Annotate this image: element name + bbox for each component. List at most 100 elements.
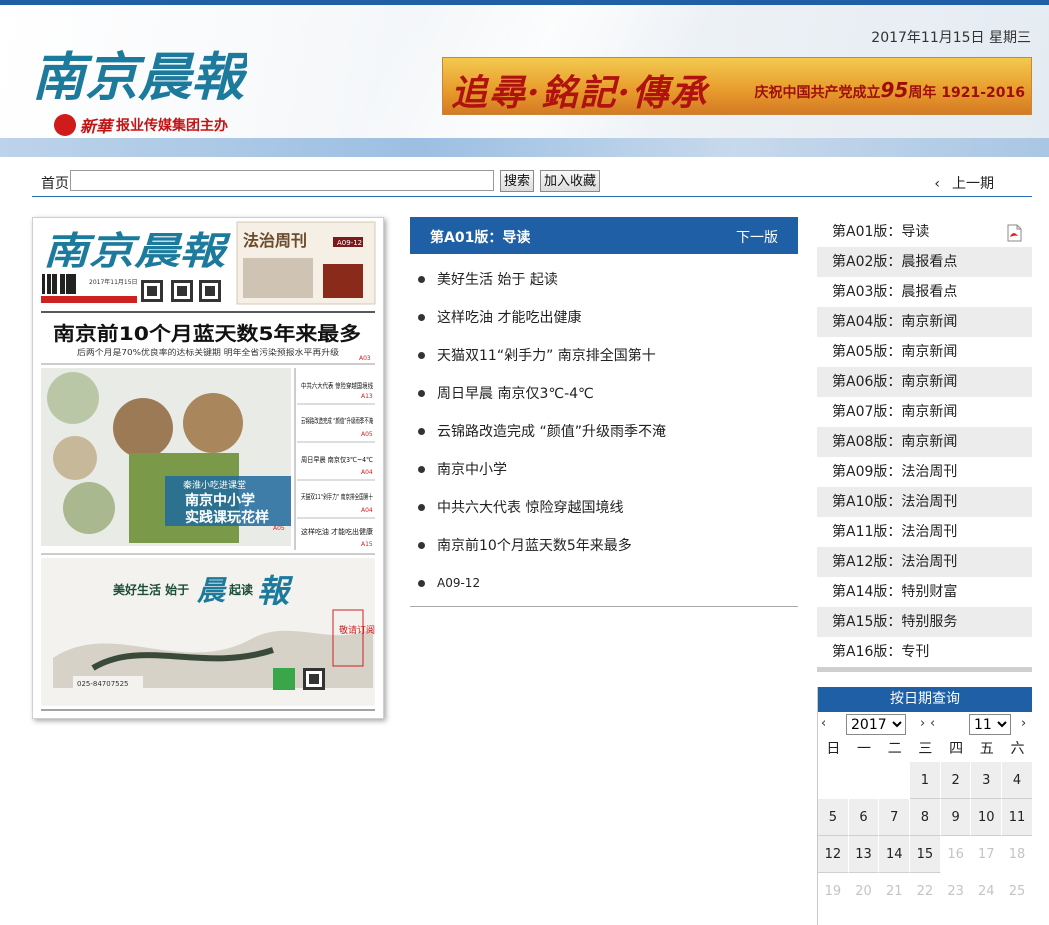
article-link[interactable]: 天猫双11“剁手力” 南京排全国第十 — [410, 336, 798, 374]
page-index: 第A01版：导读 第A02版：晨报看点 第A03版：晨报看点 第A04版：南京新… — [817, 217, 1032, 672]
search-input[interactable] — [70, 170, 494, 191]
page-link-a11[interactable]: 第A11版：法治周刊 — [817, 517, 1032, 547]
next-page-link[interactable]: 下一版 — [736, 227, 778, 247]
page-link-a12[interactable]: 第A12版：法治周刊 — [817, 547, 1032, 577]
issue-date: 2017年11月15日 星期三 — [871, 30, 1031, 46]
fp-ad-slogan-b: 晨 — [197, 574, 227, 607]
chevron-left-icon: ‹ — [934, 176, 940, 192]
prev-issue-link[interactable]: ‹ 上一期 — [934, 173, 994, 193]
calendar-day: 16 — [940, 836, 972, 873]
calendar-day[interactable]: 4 — [1002, 762, 1032, 799]
article-link[interactable]: 南京中小学 — [410, 450, 798, 488]
calendar-empty-cell — [879, 762, 911, 799]
calendar-day[interactable]: 8 — [910, 799, 941, 836]
anniversary-banner: 追尋·銘記·傳承 庆祝中国共产党成立95周年 1921-2016 — [442, 57, 1032, 115]
calendar-day[interactable]: 7 — [879, 799, 911, 836]
bookmark-button[interactable]: 加入收藏 — [540, 170, 601, 192]
pdf-icon[interactable] — [1006, 224, 1022, 242]
calendar-day[interactable]: 2 — [940, 762, 972, 799]
weekday-label: 二 — [887, 741, 902, 757]
page-link-a07[interactable]: 第A07版：南京新闻 — [817, 397, 1032, 427]
article-link[interactable]: A09-12 — [410, 564, 798, 602]
calendar-day: 19 — [818, 873, 849, 910]
article-title: 南京中小学 — [437, 462, 507, 478]
front-page-thumbnail[interactable]: 南京晨報 2017年11月15日 法治周刊 A09-12 南京前10个月蓝天数5… — [32, 217, 384, 719]
fp-side-item-page: A04 — [361, 507, 373, 514]
page-link-a16[interactable]: 第A16版：专刊 — [817, 637, 1032, 667]
calendar-day[interactable]: 9 — [940, 799, 972, 836]
page-link-label: 第A12版：法治周刊 — [832, 554, 958, 570]
site-header: 南京晨報 新華 报业传媒集团主办 2017年11月15日 星期三 追尋·銘記·傳… — [0, 5, 1049, 157]
page-link-a09[interactable]: 第A09版：法治周刊 — [817, 457, 1032, 487]
month-select[interactable]: 11 — [969, 714, 1011, 735]
banner-slogan: 庆祝中国共产党成立95周年 1921-2016 — [755, 78, 1025, 102]
calendar-day[interactable]: 5 — [818, 799, 849, 836]
calendar-day[interactable]: 14 — [879, 836, 911, 873]
page-link-label: 第A07版：南京新闻 — [832, 404, 958, 420]
fp-side-item-page: A13 — [361, 393, 373, 400]
calendar-day[interactable]: 10 — [971, 799, 1003, 836]
article-list: 美好生活 始于 起读 这样吃油 才能吃出健康 天猫双11“剁手力” 南京排全国第… — [410, 260, 798, 602]
page-link-a15[interactable]: 第A15版：特别服务 — [817, 607, 1032, 637]
article-title: 南京前10个月蓝天数5年来最多 — [437, 538, 632, 554]
page-link-a01[interactable]: 第A01版：导读 — [817, 217, 1032, 247]
masthead-logo[interactable]: 南京晨報 — [32, 43, 247, 105]
calendar-empty-cell — [848, 762, 880, 799]
calendar-day[interactable]: 11 — [1002, 799, 1032, 836]
search-button[interactable]: 搜索 — [500, 170, 535, 192]
calendar-grid: 日一二三四五六 1 2 3 4 5 6 7 8 9 10 11 12 13 14 15 16 17 18 19 20 21… — [818, 737, 1032, 910]
fp-side-item-page: A04 — [361, 469, 373, 476]
page-link-label: 第A05版：南京新闻 — [832, 344, 958, 360]
home-link[interactable]: 首页 — [41, 173, 69, 193]
fp-photo-caption-line2: 实践课玩花样 — [185, 509, 269, 526]
fp-side-item-text: 周日早晨 南京仅3℃~4℃ — [301, 455, 373, 464]
page-link-label: 第A15版：特别服务 — [832, 614, 958, 630]
header-stripe — [0, 138, 1049, 157]
page-link-label: 第A02版：晨报看点 — [832, 254, 958, 270]
prev-month-icon[interactable]: ‹ — [930, 716, 935, 731]
article-link[interactable]: 这样吃油 才能吃出健康 — [410, 298, 798, 336]
page-link-a06[interactable]: 第A06版：南京新闻 — [817, 367, 1032, 397]
weekday-label: 六 — [1010, 741, 1025, 757]
calendar-day: 17 — [971, 836, 1003, 873]
calendar-day[interactable]: 3 — [971, 762, 1003, 799]
next-year-icon[interactable]: › — [920, 716, 925, 731]
bullet-icon — [418, 541, 425, 549]
bullet-icon — [418, 503, 425, 511]
fp-side-item-text: 天猫双11“剁手力” 南京排全国第十 — [301, 492, 373, 501]
fp-ad-slogan-a: 美好生活 始于 — [113, 582, 189, 597]
front-page-image: 南京晨報 2017年11月15日 法治周刊 A09-12 南京前10个月蓝天数5… — [33, 218, 383, 718]
fp-masthead: 南京晨報 — [43, 228, 231, 273]
bullet-icon — [418, 427, 425, 435]
fp-ad-vertical: 敬请订阅 — [339, 624, 375, 636]
page-link-a05[interactable]: 第A05版：南京新闻 — [817, 337, 1032, 367]
publisher-seal-text: 新華 — [80, 117, 113, 136]
edition-article-panel: 第A01版：导读 下一版 美好生活 始于 起读 这样吃油 才能吃出健康 天猫双1… — [410, 217, 798, 607]
page-link-a03[interactable]: 第A03版：晨报看点 — [817, 277, 1032, 307]
article-link[interactable]: 周日早晨 南京仅3℃-4℃ — [410, 374, 798, 412]
calendar-day[interactable]: 13 — [848, 836, 880, 873]
page-link-a14[interactable]: 第A14版：特别财富 — [817, 577, 1032, 607]
calendar-day[interactable]: 12 — [818, 836, 849, 873]
calendar-day: 18 — [1002, 836, 1032, 873]
masthead-logo-text: 南京晨報 — [32, 47, 247, 105]
calendar-day[interactable]: 1 — [910, 762, 941, 799]
page-link-a02[interactable]: 第A02版：晨报看点 — [817, 247, 1032, 277]
calendar-day[interactable]: 15 — [910, 836, 941, 873]
calendar-day[interactable]: 6 — [848, 799, 880, 836]
next-month-icon[interactable]: › — [1021, 716, 1026, 731]
fp-ad-slogan-c: 起读 — [228, 582, 253, 597]
article-link[interactable]: 中共六大代表 惊险穿越国境线 — [410, 488, 798, 526]
prev-year-icon[interactable]: ‹ — [821, 716, 826, 731]
article-link[interactable]: 云锦路改造完成 “颜值”升级雨季不淹 — [410, 412, 798, 450]
fp-headline: 南京前10个月蓝天数5年来最多 — [53, 322, 361, 345]
page-link-a04[interactable]: 第A04版：南京新闻 — [817, 307, 1032, 337]
article-link[interactable]: 美好生活 始于 起读 — [410, 260, 798, 298]
year-select[interactable]: 2017 — [846, 714, 906, 735]
article-link[interactable]: 南京前10个月蓝天数5年来最多 — [410, 526, 798, 564]
page-link-a08[interactable]: 第A08版：南京新闻 — [817, 427, 1032, 457]
toolbar: 首页 搜索 加入收藏 ‹ 上一期 — [32, 166, 1032, 197]
calendar-day: 23 — [940, 873, 972, 910]
page-link-a10[interactable]: 第A10版：法治周刊 — [817, 487, 1032, 517]
weekday-label: 一 — [857, 741, 872, 757]
